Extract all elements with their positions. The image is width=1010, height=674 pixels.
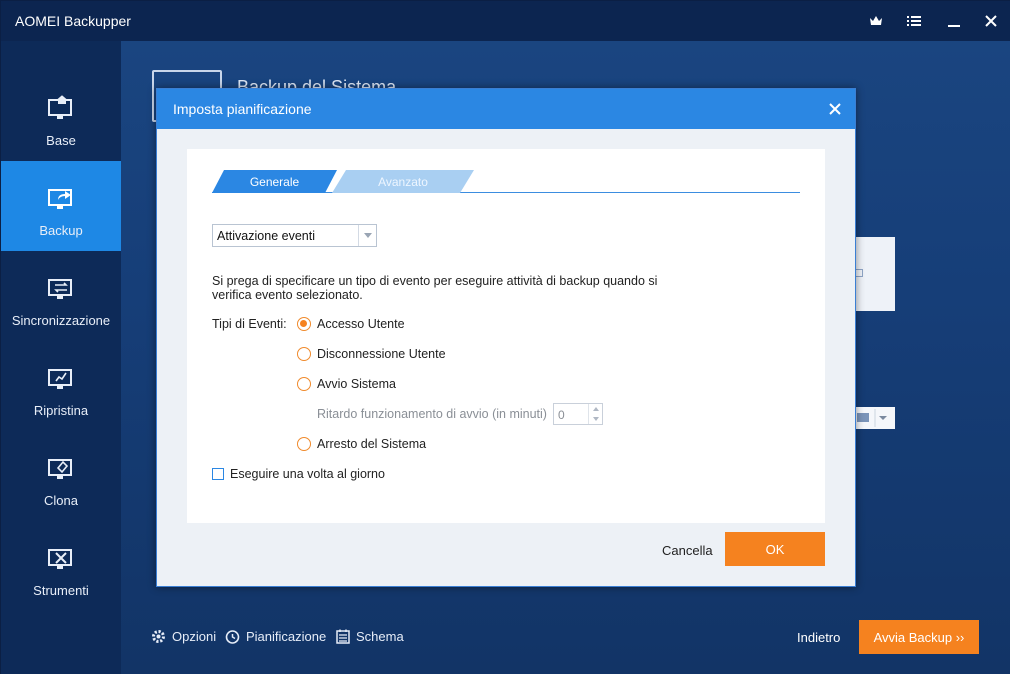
schedule-button[interactable]: Pianificazione	[225, 629, 326, 644]
close-icon[interactable]	[978, 9, 1004, 33]
dialog-header: Imposta pianificazione	[157, 89, 855, 129]
once-a-day-checkbox[interactable]: Eseguire una volta al giorno	[212, 467, 385, 481]
startup-delay-label: Ritardo funzionamento di avvio (in minut…	[317, 407, 547, 421]
radio-indicator	[297, 437, 311, 451]
sidebar-item-label: Backup	[39, 223, 83, 238]
back-button[interactable]: Indietro	[797, 630, 840, 645]
start-backup-button[interactable]: Avvia Backup ››	[859, 620, 979, 654]
title-bar: AOMEI Backupper	[1, 1, 1010, 41]
radio-label: Avvio Sistema	[317, 377, 396, 391]
schedule-mode-value: Attivazione eventi	[217, 229, 315, 243]
sidebar-item-tools[interactable]: Strumenti	[1, 521, 121, 611]
schedule-label: Pianificazione	[246, 629, 327, 644]
dialog-title: Imposta pianificazione	[173, 101, 312, 117]
dialog-close-icon[interactable]	[823, 97, 847, 121]
sidebar-item-label: Base	[46, 133, 76, 148]
event-types-label: Tipi di Eventi:	[212, 317, 287, 331]
tab-general[interactable]: Generale	[212, 170, 337, 193]
monitor-clone-icon	[48, 459, 72, 479]
radio-user-logoff[interactable]: Disconnessione Utente	[297, 347, 446, 361]
sidebar-item-label: Ripristina	[33, 403, 89, 418]
startup-delay-spinner[interactable]: 0	[553, 403, 603, 425]
ok-button[interactable]: OK	[725, 532, 825, 566]
tab-bar: Avanzato Generale	[212, 170, 800, 194]
clock-icon	[225, 630, 240, 644]
app-window: AOMEI Backupper Base Backup Sincronizzaz…	[0, 0, 1010, 674]
tab-advanced[interactable]: Avanzato	[332, 170, 474, 193]
description-text: Si prega di specificare un tipo di event…	[212, 274, 658, 302]
schedule-dialog: Imposta pianificazione Avanzato Generale…	[156, 88, 856, 587]
radio-system-shutdown[interactable]: Arresto del Sistema	[297, 437, 426, 451]
dialog-body: Avanzato Generale Attivazione eventi Si …	[187, 149, 825, 523]
sidebar-item-restore[interactable]: Ripristina	[1, 341, 121, 431]
radio-indicator	[297, 347, 311, 361]
sidebar-item-backup[interactable]: Backup	[1, 161, 121, 251]
monitor-home-icon	[48, 95, 72, 119]
radio-indicator	[297, 317, 311, 331]
sidebar-item-label: Strumenti	[33, 583, 89, 598]
sidebar-item-base[interactable]: Base	[1, 71, 121, 161]
radio-label: Disconnessione Utente	[317, 347, 446, 361]
crown-icon[interactable]	[863, 9, 889, 33]
spinner-down-icon[interactable]	[589, 414, 602, 424]
monitor-sync-icon	[48, 279, 72, 299]
radio-label: Arresto del Sistema	[317, 437, 427, 451]
options-label: Opzioni	[172, 629, 217, 644]
gear-icon	[152, 630, 165, 643]
sidebar-item-sync[interactable]: Sincronizzazione	[1, 251, 121, 341]
radio-indicator	[297, 377, 311, 391]
sidebar-item-label: Sincronizzazione	[11, 313, 111, 328]
sidebar-item-clone[interactable]: Clona	[1, 431, 121, 521]
scheme-button[interactable]: Schema	[336, 629, 404, 644]
monitor-restore-icon	[48, 369, 72, 389]
options-button[interactable]: Opzioni	[151, 629, 216, 644]
app-title: AOMEI Backupper	[15, 13, 131, 29]
schedule-mode-select[interactable]: Attivazione eventi	[212, 224, 377, 247]
radio-system-startup[interactable]: Avvio Sistema	[297, 377, 396, 391]
sidebar-item-label: Clona	[44, 493, 78, 508]
menu-icon[interactable]	[901, 9, 927, 33]
checkbox-label: Eseguire una volta al giorno	[230, 467, 385, 481]
scheme-icon	[336, 629, 350, 644]
destination-panel[interactable]	[855, 237, 895, 311]
minimize-icon[interactable]	[941, 9, 967, 33]
radio-user-logon[interactable]: Accesso Utente	[297, 317, 405, 331]
checkbox-indicator	[212, 468, 224, 480]
spinner-up-icon[interactable]	[589, 404, 602, 414]
monitor-export-icon	[48, 189, 72, 209]
chevron-down-icon	[358, 225, 376, 246]
startup-delay-value: 0	[558, 408, 565, 422]
spinner-buttons	[588, 404, 602, 424]
scheme-label: Schema	[356, 629, 404, 644]
monitor-tools-icon	[48, 549, 72, 569]
destination-combo[interactable]	[855, 407, 895, 429]
radio-label: Accesso Utente	[317, 317, 405, 331]
cancel-button[interactable]: Cancella	[662, 543, 713, 558]
sidebar: Base Backup Sincronizzazione Ripristina …	[1, 41, 121, 674]
